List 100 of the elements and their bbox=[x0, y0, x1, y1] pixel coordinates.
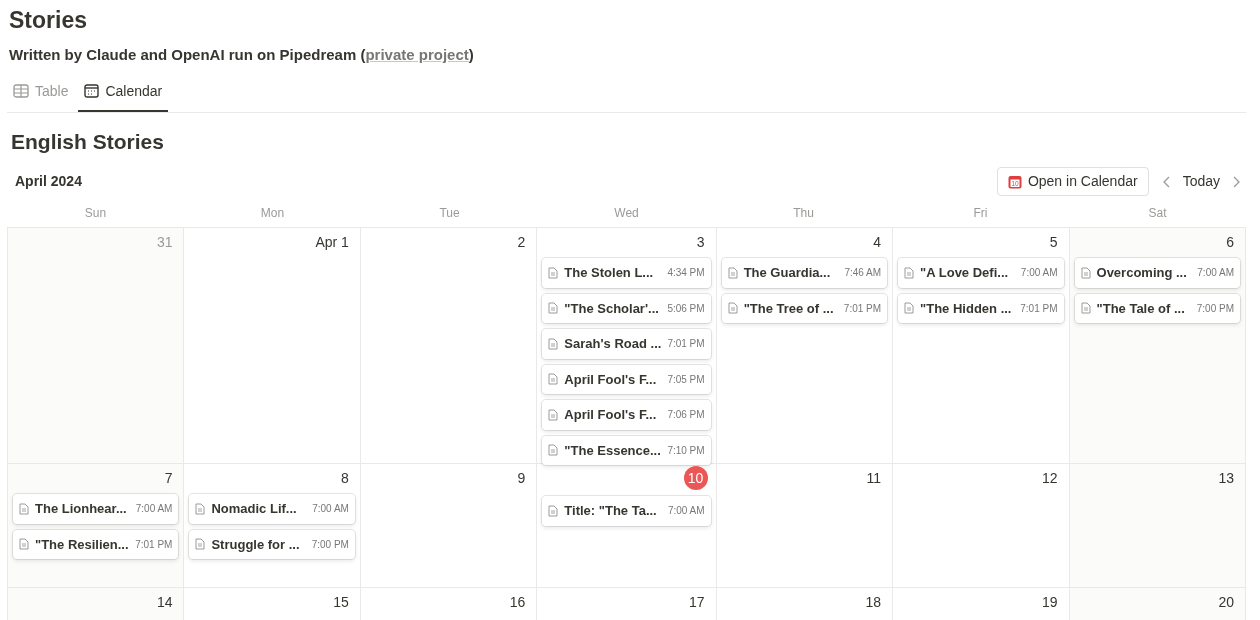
event-time: 7:10 PM bbox=[667, 443, 705, 458]
page-icon bbox=[19, 538, 29, 551]
page-icon bbox=[1080, 266, 1091, 279]
event-title: Sarah's Road ... bbox=[564, 335, 662, 353]
weekday-header: Fri bbox=[972, 205, 989, 222]
day-number: Apr 1 bbox=[315, 233, 350, 252]
event-card[interactable]: April Fool's F... 7:05 PM bbox=[542, 364, 711, 394]
page-icon bbox=[548, 408, 559, 421]
page-icon bbox=[727, 266, 738, 279]
event-card[interactable]: "The Scholar'... 5:06 PM bbox=[542, 293, 711, 323]
weekday-header: Tue bbox=[438, 205, 461, 222]
project-link[interactable]: private project bbox=[365, 46, 469, 63]
event-time: 7:00 PM bbox=[1196, 301, 1234, 316]
event-card[interactable]: "A Love Defi... 7:00 AM bbox=[898, 258, 1064, 288]
event-time: 7:06 PM bbox=[667, 408, 705, 423]
event-time: 7:00 PM bbox=[311, 537, 349, 552]
weekday-header: Mon bbox=[259, 205, 286, 222]
event-title: "The Tree of ... bbox=[743, 299, 834, 318]
day-number: 5 bbox=[1049, 233, 1059, 252]
event-title: "The Scholar'... bbox=[564, 299, 659, 318]
day-number: 18 bbox=[865, 593, 883, 612]
event-time: 7:05 PM bbox=[667, 372, 705, 387]
day-number: 20 bbox=[1218, 593, 1235, 612]
weekday-header: Thu bbox=[792, 205, 815, 222]
event-title: The Guardia... bbox=[743, 264, 831, 282]
event-title: The Lionhear... bbox=[35, 500, 127, 518]
page-title: Stories bbox=[9, 6, 88, 34]
event-time: 7:00 AM bbox=[667, 504, 705, 519]
event-card[interactable]: Nomadic Lif... 7:00 AM bbox=[189, 494, 355, 524]
event-card[interactable]: The Stolen L... 4:34 PM bbox=[542, 258, 711, 288]
day-number: 3 bbox=[696, 233, 706, 252]
day-number: 10 bbox=[683, 466, 708, 490]
event-title: "The Tale of ... bbox=[1096, 299, 1185, 318]
event-card[interactable]: "The Resilien... 7:01 PM bbox=[13, 529, 179, 559]
day-number: 12 bbox=[1041, 469, 1059, 488]
day-number: 8 bbox=[341, 469, 350, 488]
event-card[interactable]: Overcoming ... 7:00 AM bbox=[1074, 258, 1240, 288]
event-time: 7:00 AM bbox=[1020, 266, 1058, 281]
calendar-title: English Stories bbox=[11, 128, 165, 155]
event-title: April Fool's F... bbox=[564, 406, 657, 424]
day-number: 14 bbox=[156, 593, 174, 612]
weekday-header: Sat bbox=[1147, 205, 1168, 222]
event-card[interactable]: Sarah's Road ... 7:01 PM bbox=[542, 329, 711, 359]
event-title: "A Love Defi... bbox=[920, 264, 1009, 282]
page-icon bbox=[19, 502, 29, 515]
day-number: 31 bbox=[156, 233, 174, 252]
event-card[interactable]: Title: "The Ta... 7:00 AM bbox=[542, 496, 711, 526]
page-icon bbox=[195, 502, 206, 515]
event-card[interactable]: April Fool's F... 7:06 PM bbox=[542, 400, 711, 430]
event-time: 7:00 AM bbox=[135, 502, 173, 517]
today-button[interactable]: Today bbox=[1176, 171, 1226, 192]
day-number: 7 bbox=[164, 469, 174, 488]
event-card[interactable]: "The Tale of ... 7:00 PM bbox=[1074, 293, 1240, 323]
chevron-left-icon bbox=[1162, 176, 1171, 189]
view-tab[interactable]: Calendar bbox=[78, 74, 169, 112]
event-title: Nomadic Lif... bbox=[211, 500, 297, 518]
day-number: 2 bbox=[517, 233, 527, 252]
calendar-icon bbox=[84, 84, 100, 98]
page-icon bbox=[548, 302, 559, 315]
day-number: 4 bbox=[873, 233, 883, 252]
day-number: 15 bbox=[333, 593, 350, 612]
page-icon bbox=[727, 302, 738, 315]
event-title: "The Essence... bbox=[564, 441, 661, 460]
page-icon bbox=[548, 337, 559, 350]
weekday-header: Sun bbox=[83, 205, 108, 222]
event-card[interactable]: "The Hidden ... 7:01 PM bbox=[898, 293, 1064, 323]
page-icon bbox=[548, 504, 559, 517]
event-card[interactable]: Struggle for ... 7:00 PM bbox=[189, 529, 355, 559]
event-time: 7:00 AM bbox=[312, 502, 349, 517]
event-title: The Stolen L... bbox=[564, 264, 654, 282]
event-time: 7:00 AM bbox=[1197, 266, 1234, 281]
event-time: 5:06 PM bbox=[667, 301, 705, 316]
event-card[interactable]: The Lionhear... 7:00 AM bbox=[13, 494, 179, 524]
event-time: 7:46 AM bbox=[844, 266, 882, 281]
page-icon bbox=[548, 266, 559, 279]
page-icon bbox=[195, 538, 206, 551]
day-number: 6 bbox=[1226, 233, 1235, 252]
event-card[interactable]: "The Tree of ... 7:01 PM bbox=[721, 293, 888, 323]
event-card[interactable]: "The Essence... 7:10 PM bbox=[542, 435, 711, 465]
day-number: 19 bbox=[1041, 593, 1059, 612]
event-title: Overcoming ... bbox=[1096, 264, 1187, 282]
event-time: 4:34 PM bbox=[667, 266, 705, 281]
event-title: April Fool's F... bbox=[564, 370, 657, 389]
event-time: 7:01 PM bbox=[667, 337, 705, 352]
event-title: "The Resilien... bbox=[35, 535, 129, 554]
day-number: 11 bbox=[866, 469, 883, 488]
page-icon bbox=[904, 266, 915, 279]
chevron-right-icon bbox=[1232, 176, 1240, 189]
table-icon bbox=[13, 84, 29, 98]
day-number: 16 bbox=[509, 593, 527, 612]
page-icon bbox=[548, 444, 559, 457]
event-title: Struggle for ... bbox=[211, 535, 300, 554]
event-time: 7:01 PM bbox=[135, 537, 173, 552]
page-icon bbox=[548, 373, 559, 386]
event-title: "The Hidden ... bbox=[920, 299, 1012, 318]
weekday-header: Wed bbox=[613, 205, 640, 222]
event-card[interactable]: The Guardia... 7:46 AM bbox=[721, 258, 888, 288]
page-icon bbox=[904, 302, 915, 315]
page-description: Written by Claude and OpenAI run on Pipedream (private project) bbox=[9, 45, 475, 65]
day-number: 13 bbox=[1218, 469, 1235, 488]
